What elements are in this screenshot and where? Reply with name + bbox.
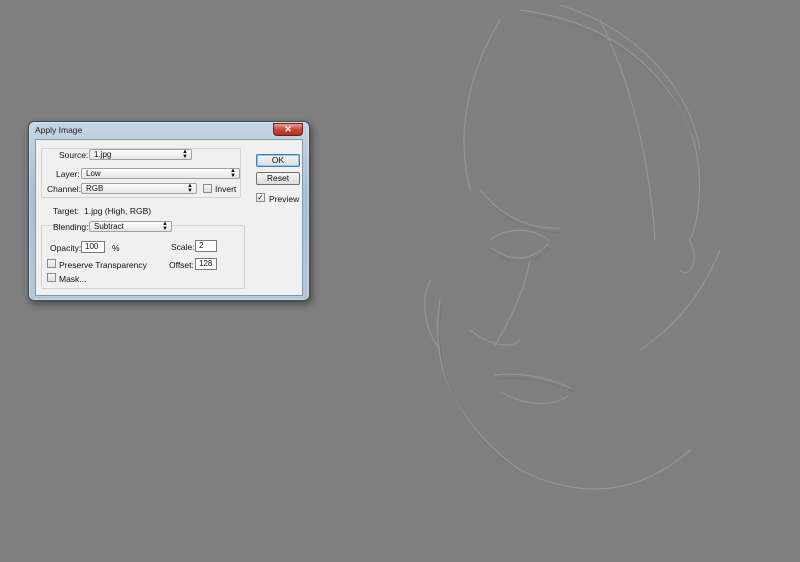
layer-label: Layer: bbox=[56, 169, 80, 179]
invert-checkbox[interactable] bbox=[203, 184, 212, 193]
source-value: 1.jpg bbox=[94, 150, 112, 159]
dialog-body: Source: 1.jpg ▲ ▼ Layer: Low ▲ ▼ Channel: … bbox=[35, 139, 303, 296]
preserve-transparency-label[interactable]: Preserve Transparency bbox=[59, 260, 147, 270]
target-value: 1.jpg (High, RGB) bbox=[84, 206, 152, 216]
blending-value: Subtract bbox=[94, 222, 124, 231]
opacity-unit: % bbox=[112, 243, 120, 253]
mask-checkbox[interactable] bbox=[47, 273, 56, 282]
blending-select[interactable]: Subtract ▲ ▼ bbox=[89, 221, 172, 232]
dialog-title: Apply Image bbox=[35, 125, 83, 135]
apply-image-dialog: Apply Image ✕ Source: 1.jpg ▲ ▼ Layer: Lo… bbox=[28, 121, 310, 301]
ok-button[interactable]: OK bbox=[256, 154, 300, 167]
title-bar[interactable]: Apply Image ✕ bbox=[29, 122, 309, 138]
channel-label: Channel: bbox=[47, 184, 82, 194]
opacity-label: Opacity: bbox=[50, 243, 82, 253]
blending-label: Blending: bbox=[53, 222, 89, 232]
offset-input[interactable]: 128 bbox=[195, 258, 217, 270]
select-arrows-icon: ▲ ▼ bbox=[187, 183, 193, 194]
preview-label[interactable]: Preview bbox=[269, 194, 299, 204]
source-select[interactable]: 1.jpg ▲ ▼ bbox=[89, 149, 192, 160]
close-icon: ✕ bbox=[284, 124, 292, 134]
target-label: Target: bbox=[53, 206, 79, 216]
preview-checkbox[interactable]: ✓ bbox=[256, 193, 265, 202]
invert-label[interactable]: Invert bbox=[215, 184, 236, 194]
select-arrows-icon: ▲ ▼ bbox=[182, 149, 188, 160]
reset-button[interactable]: Reset bbox=[256, 172, 300, 185]
opacity-input[interactable]: 100 bbox=[81, 241, 105, 253]
source-label: Source: bbox=[59, 150, 89, 160]
checkmark-icon: ✓ bbox=[257, 193, 264, 202]
select-arrows-icon: ▲ ▼ bbox=[162, 221, 168, 232]
select-arrows-icon: ▲ ▼ bbox=[230, 168, 236, 179]
scale-label: Scale: bbox=[171, 242, 195, 252]
channel-select[interactable]: RGB ▲ ▼ bbox=[81, 183, 197, 194]
offset-label: Offset: bbox=[169, 260, 194, 270]
close-button[interactable]: ✕ bbox=[273, 123, 303, 136]
preserve-transparency-checkbox[interactable] bbox=[47, 259, 56, 268]
channel-value: RGB bbox=[86, 184, 104, 193]
layer-select[interactable]: Low ▲ ▼ bbox=[81, 168, 240, 179]
mask-label[interactable]: Mask... bbox=[59, 274, 86, 284]
layer-value: Low bbox=[86, 169, 101, 178]
scale-input[interactable]: 2 bbox=[195, 240, 217, 252]
